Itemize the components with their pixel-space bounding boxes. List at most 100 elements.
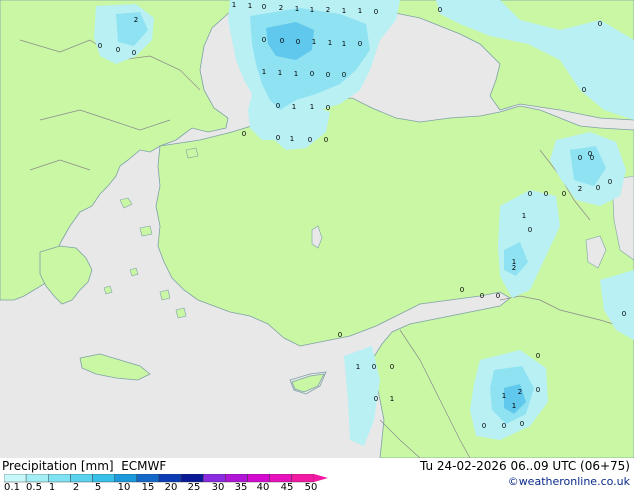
color-scale-segment <box>158 474 182 483</box>
grid-cell-value: 0 <box>262 3 266 11</box>
color-scale-tick-label: 10 <box>117 482 131 490</box>
color-scale-segment <box>48 474 71 483</box>
grid-cell-value: 1 <box>295 5 299 13</box>
precipitation-map: 1 1 0 2 1 1 2 1 1 0 020 0 00 0 0 1 1 1 01 1 1 0 0 00 1 1 00 0 1 0 000 0… <box>0 0 634 458</box>
grid-cell-value: 0 <box>502 422 506 430</box>
grid-cell-value: 0 <box>544 190 548 198</box>
grid-cell-value: 0 <box>98 42 102 50</box>
color-scale-tick-label: 45 <box>280 482 294 490</box>
grid-cell-value: 0 <box>562 190 566 198</box>
color-scale-segment <box>180 474 204 483</box>
color-scale-tick-label: 15 <box>141 482 155 490</box>
grid-cell-value: 2 <box>518 388 522 396</box>
grid-cell-value: 0 <box>242 130 246 138</box>
grid-cell-value: 1 <box>310 103 314 111</box>
grid-cell-value: 0 <box>590 154 594 162</box>
grid-cell-value: 0 <box>276 134 280 142</box>
grid-cell-value: 0 <box>358 40 362 48</box>
grid-cell-value: 1 <box>248 2 252 10</box>
color-scale-tick-label: 1 <box>48 482 56 490</box>
grid-cell-value: 1 <box>356 363 360 371</box>
grid-cell-value: 2 <box>578 185 582 193</box>
color-scale-segment <box>247 474 270 483</box>
grid-cell-value: 1 <box>502 392 506 400</box>
grid-cell-value: 0 <box>520 420 524 428</box>
grid-cell-value: 0 <box>438 6 442 14</box>
grid-cell-value: 1 <box>522 212 526 220</box>
color-scale-segment <box>114 474 137 483</box>
color-scale-segment <box>136 474 160 483</box>
color-scale-segment <box>203 474 226 483</box>
grid-cell-value: 0 <box>374 8 378 16</box>
color-scale-segment <box>70 474 93 483</box>
grid-cell-value: 0 <box>372 363 376 371</box>
grid-cell-value: 2 <box>512 264 516 272</box>
color-scale-tick-label: 0.5 <box>26 482 42 490</box>
color-scale-tick-label: 40 <box>256 482 270 490</box>
grid-cell-value: 0 <box>310 70 314 78</box>
grid-cell-value: 0 <box>582 86 586 94</box>
grid-cell-value: 0 <box>324 136 328 144</box>
grid-cell-value: 0 <box>342 71 346 79</box>
grid-cell-value: 0 <box>536 352 540 360</box>
grid-cell-value: 0 <box>326 71 330 79</box>
grid-cell-value: 1 <box>512 402 516 410</box>
legend-title: Precipitation [mm] ECMWF <box>2 459 166 473</box>
grid-cell-value: 0 <box>528 226 532 234</box>
grid-cell-value: 0 <box>326 104 330 112</box>
grid-cell-value: 1 <box>358 7 362 15</box>
grid-cell-value: 2 <box>279 4 283 12</box>
color-scale-segment <box>4 474 27 483</box>
grid-cell-value: 0 <box>460 286 464 294</box>
grid-cell-value: 1 <box>290 135 294 143</box>
color-scale-tick-label: 2 <box>72 482 80 490</box>
color-scale-tick-label: 35 <box>234 482 248 490</box>
grid-cell-value: 0 <box>338 331 342 339</box>
grid-cell-value: 0 <box>536 386 540 394</box>
color-scale-tick-label: 5 <box>94 482 102 490</box>
grid-cell-value: 0 <box>262 36 266 44</box>
color-scale-segment <box>92 474 115 483</box>
grid-cell-value: 0 <box>132 49 136 57</box>
grid-cell-value: 1 <box>232 1 236 9</box>
color-scale-tick-label: 0.1 <box>4 482 20 490</box>
grid-cell-value: 0 <box>280 37 284 45</box>
color-scale-segment <box>291 474 315 483</box>
grid-cell-value: 1 <box>342 7 346 15</box>
grid-cell-value: 1 <box>278 69 282 77</box>
grid-cell-value: 0 <box>598 20 602 28</box>
grid-cell-value: 1 <box>342 40 346 48</box>
color-scale-segment <box>25 474 49 483</box>
grid-cell-value: 1 <box>390 395 394 403</box>
grid-cell-value: 0 <box>622 310 626 318</box>
grid-cell-value: 0 <box>608 178 612 186</box>
grid-cell-value: 2 <box>134 16 138 24</box>
color-scale-tick-label: 25 <box>187 482 201 490</box>
grid-cell-value: 0 <box>116 46 120 54</box>
grid-cell-value: 0 <box>296 38 300 46</box>
grid-cell-value: 0 <box>308 136 312 144</box>
color-scale-tick-label: 50 <box>304 482 318 490</box>
grid-cell-value: 1 <box>328 39 332 47</box>
grid-cell-value: 0 <box>578 154 582 162</box>
color-scale-tick-label: 20 <box>164 482 178 490</box>
color-scale-segment <box>269 474 293 483</box>
color-scale-tick-label: 30 <box>211 482 225 490</box>
valid-time: Tu 24-02-2026 06..09 UTC (06+75) <box>419 459 630 473</box>
color-scale-segment <box>225 474 248 483</box>
grid-cell-value: 0 <box>374 395 378 403</box>
grid-cell-value: 2 <box>326 6 330 14</box>
grid-cell-value: 1 <box>292 103 296 111</box>
grid-cell-value: 1 <box>310 6 314 14</box>
grid-cell-value: 0 <box>390 363 394 371</box>
grid-cell-value: 1 <box>262 68 266 76</box>
grid-cell-value: 0 <box>528 190 532 198</box>
grid-cell-value: 1 <box>312 38 316 46</box>
grid-cell-value: 0 <box>276 102 280 110</box>
grid-cell-value: 1 <box>294 70 298 78</box>
legend-title-text: Precipitation [mm] <box>2 459 114 473</box>
grid-cell-value: 0 <box>482 422 486 430</box>
legend-model: ECMWF <box>121 459 167 473</box>
legend-footer: Precipitation [mm] ECMWF Tu 24-02-2026 0… <box>0 458 634 490</box>
credit-text: ©weatheronline.co.uk <box>507 475 630 488</box>
